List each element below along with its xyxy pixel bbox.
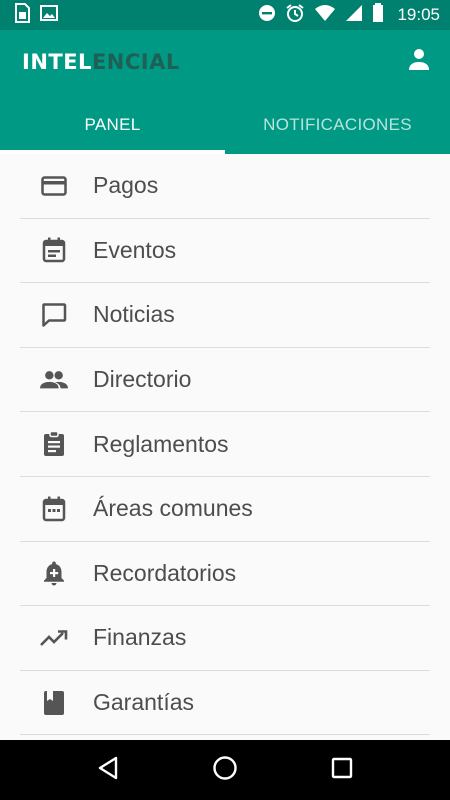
wifi-icon: [314, 4, 336, 27]
app-logo: INTEL ENCIAL: [22, 48, 180, 76]
tab-panel[interactable]: PANEL: [0, 96, 225, 154]
logo-text-primary: INTEL: [22, 50, 92, 74]
logo-text-secondary: ENCIAL: [91, 50, 180, 74]
people-icon: [40, 366, 68, 394]
signal-icon: [345, 4, 363, 27]
status-right: 19:05: [258, 2, 440, 28]
menu-item-label: Noticias: [93, 301, 175, 328]
tab-bar: PANEL NOTIFICACIONES: [0, 96, 450, 154]
sim-card-icon: [14, 2, 30, 28]
status-left: [14, 2, 58, 28]
menu-item-finanzas[interactable]: Finanzas: [20, 606, 430, 671]
menu-item-reglamentos[interactable]: Reglamentos: [20, 412, 430, 477]
recents-icon: [331, 757, 353, 784]
menu-item-label: Eventos: [93, 236, 177, 263]
credit-card-icon: [40, 172, 68, 200]
clipboard-icon: [40, 430, 68, 458]
menu-item-label: Áreas comunes: [93, 495, 253, 522]
alarm-icon: [285, 3, 305, 28]
chat-bubble-icon: [40, 301, 68, 329]
status-bar: 19:05: [0, 0, 450, 30]
menu-item-eventos[interactable]: Eventos: [20, 219, 430, 284]
menu-item-label: Garantías: [93, 689, 194, 716]
menu-item-noticias[interactable]: Noticias: [20, 283, 430, 348]
calendar-dots-icon: [40, 495, 68, 523]
tab-notificaciones[interactable]: NOTIFICACIONES: [225, 96, 450, 154]
recents-button[interactable]: [322, 750, 362, 790]
back-button[interactable]: [88, 750, 128, 790]
menu-item-label: Finanzas: [93, 624, 187, 651]
tab-panel-label: PANEL: [84, 115, 141, 134]
system-nav-bar: [0, 740, 450, 800]
image-icon: [40, 4, 58, 26]
menu-item-recordatorios[interactable]: Recordatorios: [20, 542, 430, 607]
calendar-icon: [40, 236, 68, 264]
home-button[interactable]: [205, 750, 245, 790]
panel-menu-list: Pagos Eventos Noticias Directorio Reglam…: [20, 154, 430, 736]
menu-item-label: Reglamentos: [93, 430, 229, 457]
tab-notificaciones-label: NOTIFICACIONES: [263, 115, 412, 134]
do-not-disturb-icon: [258, 4, 276, 27]
account-button[interactable]: [406, 48, 432, 74]
menu-item-label: Recordatorios: [93, 559, 237, 586]
book-icon: [40, 689, 68, 717]
menu-item-pagos[interactable]: Pagos: [20, 154, 430, 219]
menu-item-label: Pagos: [93, 172, 159, 199]
back-icon: [97, 756, 119, 785]
menu-item-areas-comunes[interactable]: Áreas comunes: [20, 477, 430, 542]
menu-item-directorio[interactable]: Directorio: [20, 348, 430, 413]
person-icon: [407, 47, 431, 76]
menu-item-label: Directorio: [93, 366, 192, 393]
status-time: 19:05: [397, 5, 440, 24]
trending-up-icon: [40, 624, 68, 652]
menu-item-garantias[interactable]: Garantías: [20, 671, 430, 736]
bell-add-icon: [40, 559, 68, 587]
battery-icon: [372, 2, 384, 28]
home-icon: [212, 755, 238, 786]
app-bar: INTEL ENCIAL PANEL NOTIFICACIONES: [0, 30, 450, 154]
